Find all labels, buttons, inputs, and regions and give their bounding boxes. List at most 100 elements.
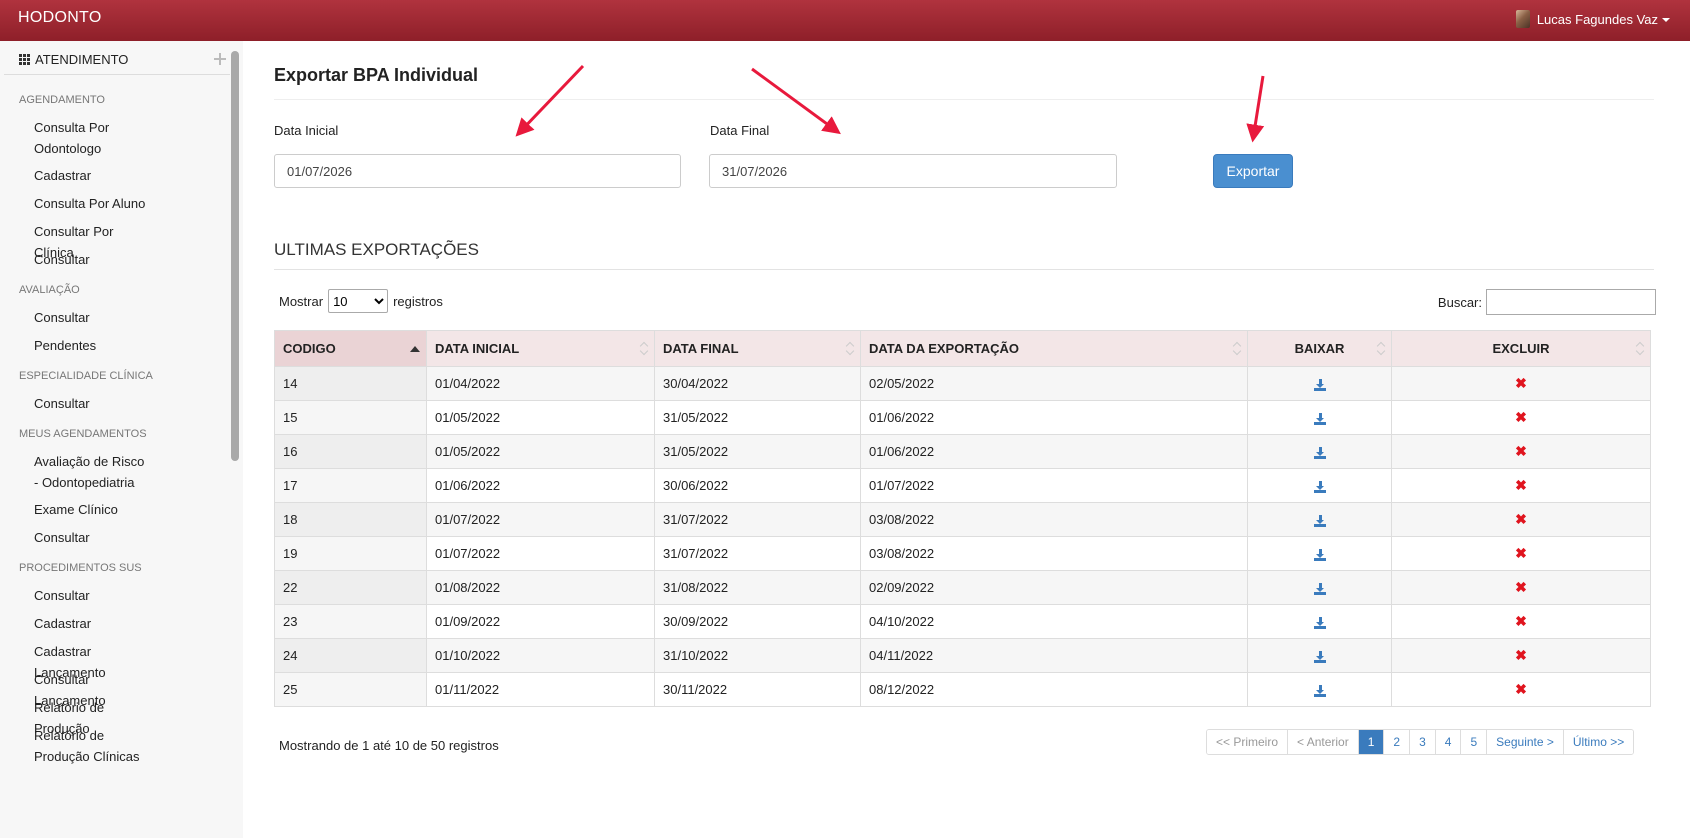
end-date-input[interactable]: [709, 154, 1117, 188]
sidebar-item[interactable]: Consulta Por Odontologo: [0, 117, 150, 159]
cell-codigo: 22: [274, 570, 427, 605]
page-button[interactable]: 2: [1384, 730, 1411, 754]
column-header-data-final[interactable]: DATA FINAL: [654, 330, 861, 367]
cell-data-exportacao: 03/08/2022: [860, 502, 1248, 537]
cell-excluir: ✖: [1391, 672, 1651, 707]
delete-icon[interactable]: ✖: [1515, 375, 1527, 391]
sidebar-item[interactable]: Consultar: [0, 393, 150, 414]
download-icon[interactable]: [1313, 378, 1326, 391]
table-row: 17 01/06/2022 30/06/2022 01/07/2022 ✖: [274, 468, 1651, 503]
table-info: Mostrando de 1 até 10 de 50 registros: [279, 738, 499, 753]
user-menu[interactable]: Lucas Fagundes Vaz: [1515, 10, 1670, 28]
download-icon[interactable]: [1313, 548, 1326, 561]
cell-data-inicial: 01/10/2022: [426, 638, 655, 673]
search-input[interactable]: [1486, 289, 1656, 315]
scrollbar-thumb[interactable]: [231, 51, 239, 461]
cell-baixar: [1247, 366, 1392, 401]
cell-data-exportacao: 02/09/2022: [860, 570, 1248, 605]
sidebar-section-title: ESPECIALIDADE CLÍNICA: [19, 370, 153, 382]
column-header-baixar[interactable]: BAIXAR: [1247, 330, 1392, 367]
sidebar-item[interactable]: Consultar: [0, 527, 150, 548]
table-header-row: CODIGO DATA INICIAL DATA FINAL DATA DA E…: [274, 330, 1651, 367]
chevron-down-icon: [1662, 18, 1670, 22]
column-header-data-exportacao[interactable]: DATA DA EXPORTAÇÃO: [860, 330, 1248, 367]
sort-ascending-icon: [410, 346, 420, 352]
delete-icon[interactable]: ✖: [1515, 477, 1527, 493]
download-icon[interactable]: [1313, 446, 1326, 459]
delete-icon[interactable]: ✖: [1515, 579, 1527, 595]
page-button[interactable]: 5: [1461, 730, 1488, 754]
section-title: ULTIMAS EXPORTAÇÕES: [274, 240, 479, 259]
sidebar-item[interactable]: Consultar: [0, 585, 150, 606]
column-header-excluir[interactable]: EXCLUIR: [1391, 330, 1651, 367]
sidebar-scrollbar[interactable]: [230, 51, 240, 501]
delete-icon[interactable]: ✖: [1515, 613, 1527, 629]
cell-baixar: [1247, 502, 1392, 537]
sidebar-item[interactable]: Consulta Por Aluno: [0, 193, 150, 214]
column-header-label: DATA INICIAL: [435, 341, 520, 356]
sidebar-item[interactable]: Consultar: [0, 307, 150, 328]
download-icon[interactable]: [1313, 582, 1326, 595]
column-header-data-inicial[interactable]: DATA INICIAL: [426, 330, 655, 367]
first-page-button[interactable]: << Primeiro: [1207, 730, 1289, 754]
download-icon[interactable]: [1313, 412, 1326, 425]
sidebar-item[interactable]: Consultar: [0, 249, 150, 270]
delete-icon[interactable]: ✖: [1515, 511, 1527, 527]
plus-icon[interactable]: [214, 53, 226, 65]
delete-icon[interactable]: ✖: [1515, 545, 1527, 561]
cell-baixar: [1247, 434, 1392, 469]
column-header-codigo[interactable]: CODIGO: [274, 330, 427, 367]
cell-data-exportacao: 04/11/2022: [860, 638, 1248, 673]
cell-data-inicial: 01/07/2022: [426, 536, 655, 571]
previous-page-button[interactable]: < Anterior: [1288, 730, 1359, 754]
sidebar: ATENDIMENTO AGENDAMENTO Consulta Por Odon…: [0, 41, 243, 838]
sidebar-item[interactable]: Cadastrar: [0, 165, 150, 186]
sort-icon: [1233, 343, 1241, 355]
delete-icon[interactable]: ✖: [1515, 409, 1527, 425]
last-page-button[interactable]: Último >>: [1563, 730, 1634, 754]
cell-data-final: 30/04/2022: [654, 366, 861, 401]
app-brand[interactable]: HODONTO: [18, 9, 102, 27]
cell-data-inicial: 01/04/2022: [426, 366, 655, 401]
page-button[interactable]: 3: [1410, 730, 1436, 754]
page-length-select[interactable]: 10: [328, 289, 389, 313]
main-content: Exportar BPA Individual Data Inicial Dat…: [243, 41, 1690, 838]
column-header-label: BAIXAR: [1294, 341, 1345, 356]
sidebar-item[interactable]: Exame Clínico: [0, 499, 150, 520]
start-date-label: Data Inicial: [274, 123, 339, 138]
delete-icon[interactable]: ✖: [1515, 443, 1527, 459]
table-row: 16 01/05/2022 31/05/2022 01/06/2022 ✖: [274, 434, 1651, 469]
sidebar-item[interactable]: Relatório de Produção Clínicas: [0, 725, 150, 767]
delete-icon[interactable]: ✖: [1515, 647, 1527, 663]
cell-data-exportacao: 01/07/2022: [860, 468, 1248, 503]
sidebar-item[interactable]: Avaliação de Risco - Odontopediatria: [0, 451, 150, 493]
sidebar-section-title: AGENDAMENTO: [19, 94, 105, 106]
delete-icon[interactable]: ✖: [1515, 681, 1527, 697]
table-row: 24 01/10/2022 31/10/2022 04/11/2022 ✖: [274, 638, 1651, 673]
download-icon[interactable]: [1313, 514, 1326, 527]
cell-codigo: 18: [274, 502, 427, 537]
cell-data-final: 31/08/2022: [654, 570, 861, 605]
start-date-input[interactable]: [274, 154, 681, 188]
table-row: 18 01/07/2022 31/07/2022 03/08/2022 ✖: [274, 502, 1651, 537]
cell-data-exportacao: 02/05/2022: [860, 366, 1248, 401]
export-button[interactable]: Exportar: [1213, 154, 1293, 188]
sidebar-header[interactable]: ATENDIMENTO: [4, 45, 230, 75]
table-row: 25 01/11/2022 30/11/2022 08/12/2022 ✖: [274, 672, 1651, 707]
download-icon[interactable]: [1313, 684, 1326, 697]
download-icon[interactable]: [1313, 616, 1326, 629]
sidebar-item[interactable]: Pendentes: [0, 335, 150, 356]
user-avatar: [1515, 10, 1530, 28]
download-icon[interactable]: [1313, 650, 1326, 663]
sidebar-item[interactable]: Cadastrar: [0, 613, 150, 634]
sort-icon: [846, 343, 854, 355]
page-button[interactable]: 4: [1435, 730, 1462, 754]
download-icon[interactable]: [1313, 480, 1326, 493]
table-row: 23 01/09/2022 30/09/2022 04/10/2022 ✖: [274, 604, 1651, 639]
page-button[interactable]: 1: [1358, 730, 1385, 754]
page-title: Exportar BPA Individual: [274, 65, 479, 85]
cell-data-exportacao: 08/12/2022: [860, 672, 1248, 707]
next-page-button[interactable]: Seguinte >: [1487, 730, 1564, 754]
cell-codigo: 19: [274, 536, 427, 571]
cell-data-final: 30/11/2022: [654, 672, 861, 707]
